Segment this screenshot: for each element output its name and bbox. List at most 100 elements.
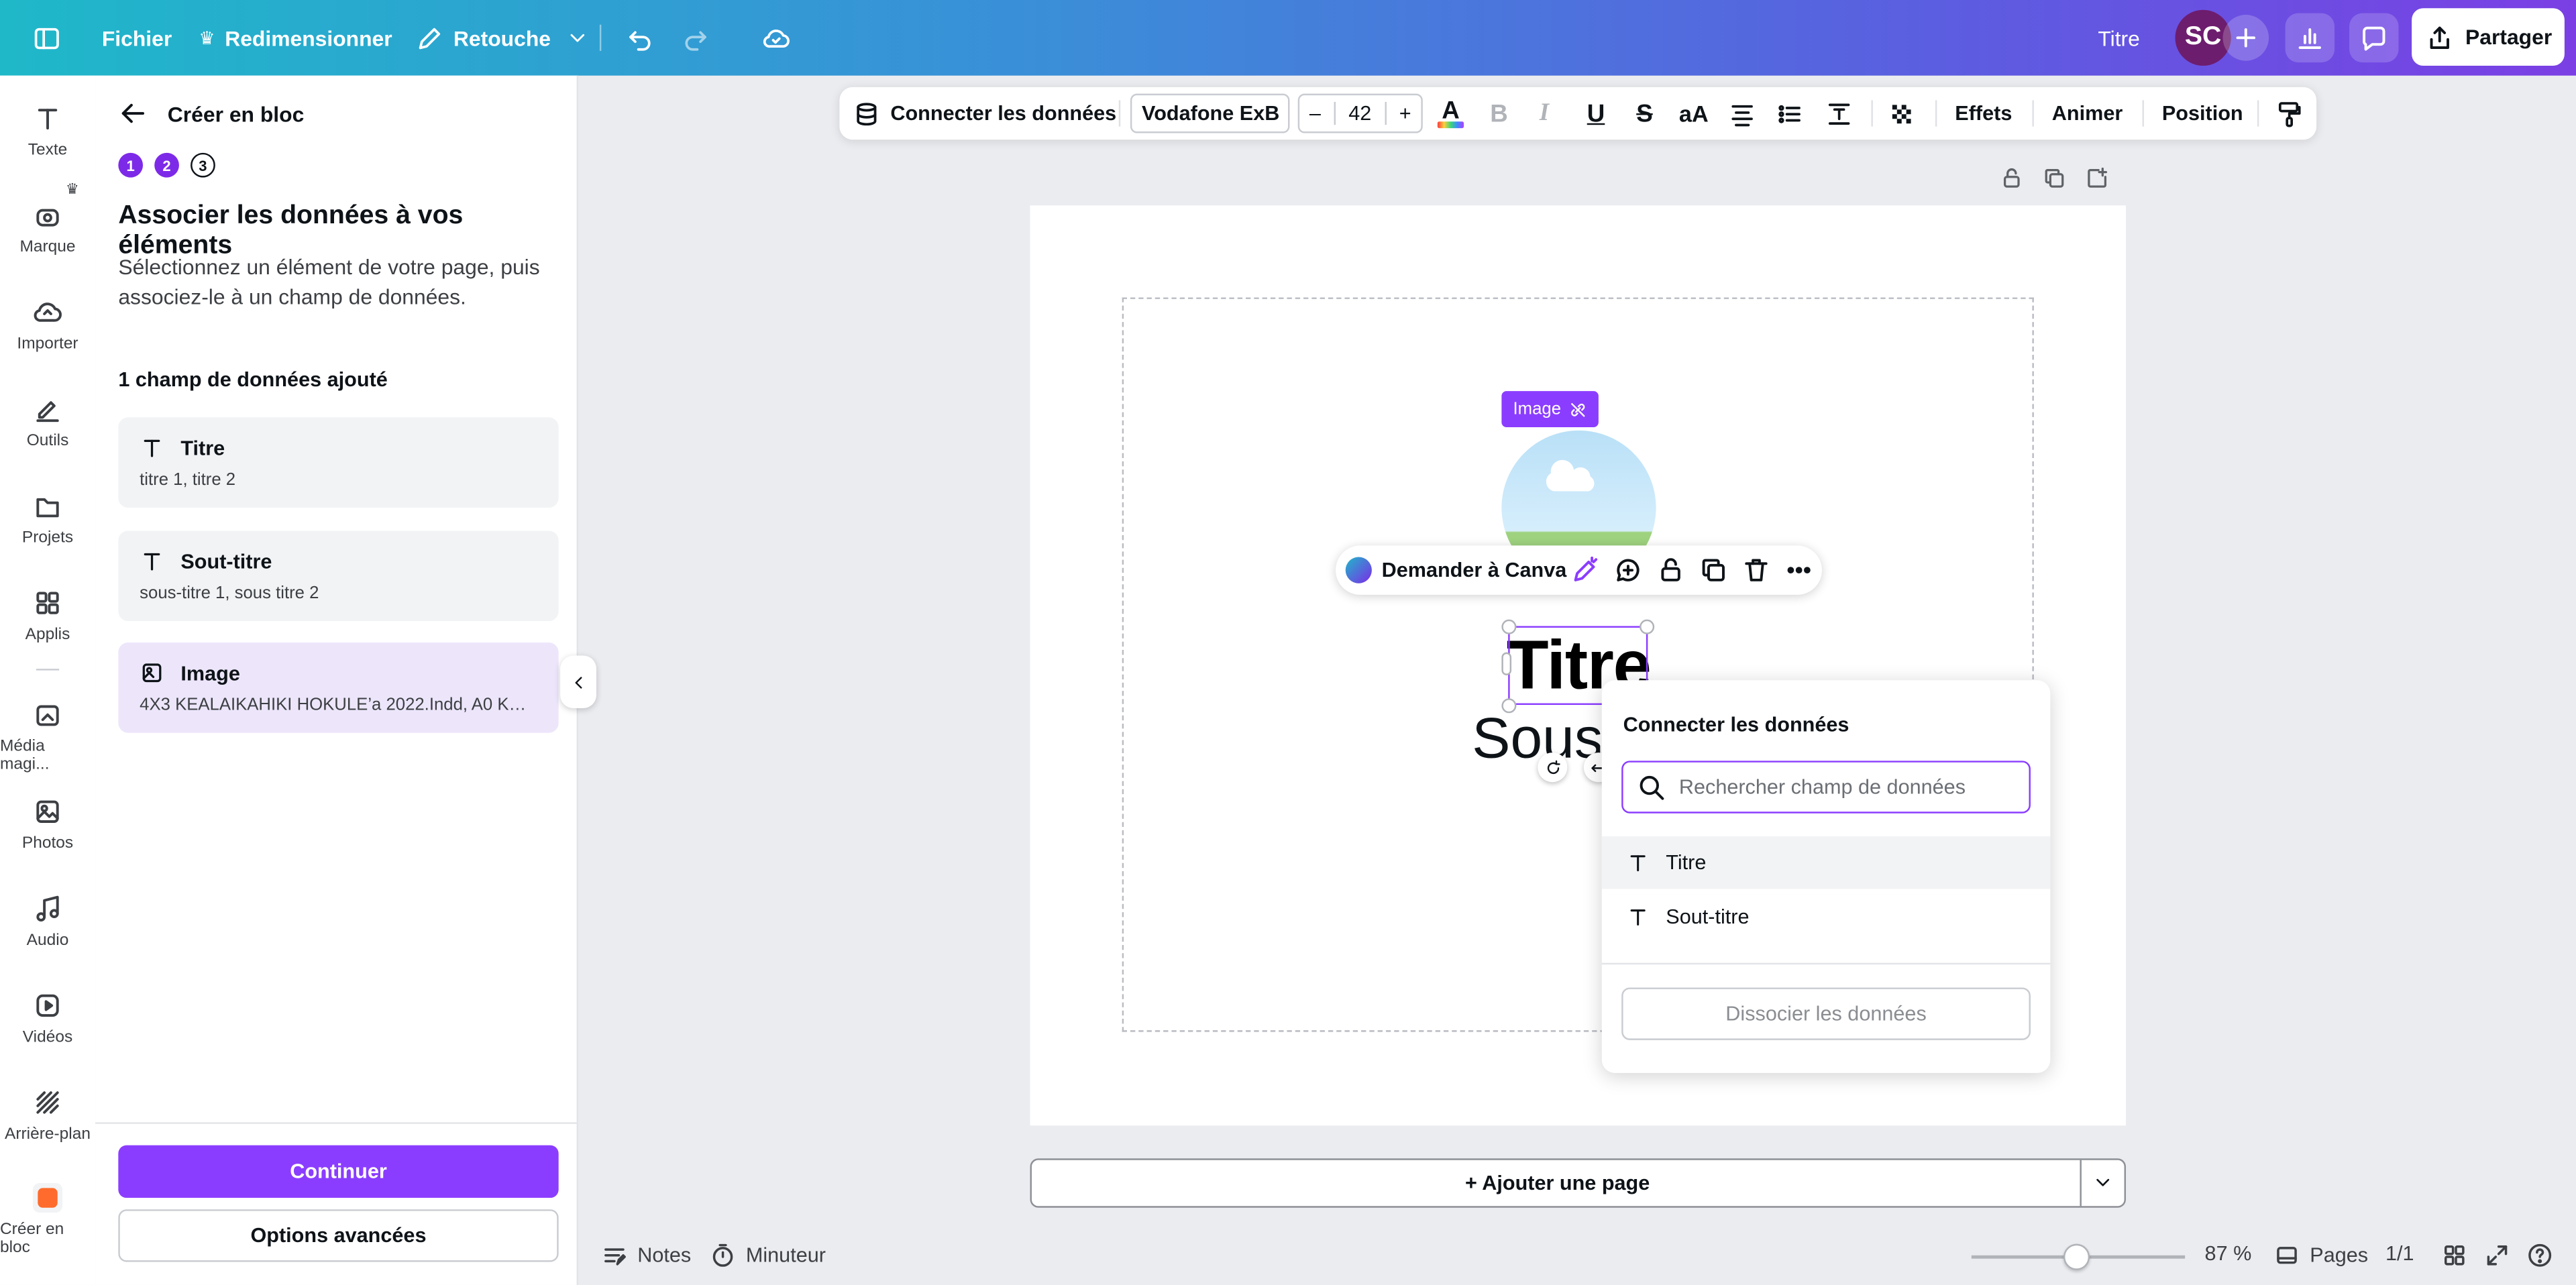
list-button[interactable] xyxy=(1776,87,1804,139)
font-size-value[interactable]: 42 xyxy=(1334,101,1387,125)
add-page-options-button[interactable] xyxy=(2080,1160,2124,1207)
help-button[interactable] xyxy=(2527,1242,2553,1268)
undo-button[interactable] xyxy=(626,0,654,76)
duplicate-element-button[interactable] xyxy=(1699,555,1728,585)
italic-button[interactable]: I xyxy=(1540,87,1549,139)
share-button[interactable]: Partager xyxy=(2412,8,2565,66)
rail-item-brand[interactable]: Marque ♛ xyxy=(0,181,95,257)
text-color-button[interactable]: A xyxy=(1437,87,1464,139)
rail-item-magic-media[interactable]: Média magi... xyxy=(0,700,95,774)
add-page-icon[interactable] xyxy=(2085,166,2110,190)
decrease-size-button[interactable]: – xyxy=(1309,102,1321,125)
animate-button[interactable]: Animer xyxy=(2052,87,2123,139)
add-collaborator-button[interactable] xyxy=(2222,15,2269,61)
position-button[interactable]: Position xyxy=(2162,87,2243,139)
duplicate-icon[interactable] xyxy=(2042,166,2067,190)
copy-style-button[interactable] xyxy=(2275,87,2304,139)
sidebar-toggle-button[interactable] xyxy=(33,0,61,76)
pages-button[interactable]: Pages xyxy=(2273,1242,2368,1268)
effects-button[interactable]: Effets xyxy=(1955,87,2012,139)
image-data-tag[interactable]: Image xyxy=(1501,391,1599,427)
divider xyxy=(95,1122,579,1124)
redo-button[interactable] xyxy=(682,0,710,76)
rail-item-apps[interactable]: Applis xyxy=(0,588,95,644)
align-button[interactable] xyxy=(1728,87,1756,139)
rail-item-tools[interactable]: Outils xyxy=(0,394,95,450)
font-size-stepper[interactable]: – 42 + xyxy=(1297,93,1423,133)
magic-edit-button[interactable] xyxy=(1570,555,1600,585)
rail-item-photos[interactable]: Photos xyxy=(0,797,95,853)
field-count: 1 champ de données ajouté xyxy=(118,368,388,392)
rotate-handle[interactable] xyxy=(1538,752,1568,783)
zoom-slider-knob[interactable] xyxy=(2063,1243,2090,1270)
zoom-value[interactable]: 87 % xyxy=(2205,1242,2252,1265)
apps-grid-icon xyxy=(36,592,59,614)
rail-item-audio[interactable]: Audio xyxy=(0,894,95,950)
rail-item-text[interactable]: Texte xyxy=(0,103,95,160)
grid-view-button[interactable] xyxy=(2441,1242,2467,1268)
timer-button[interactable]: Minuteur xyxy=(710,1242,826,1268)
data-field-option[interactable]: Sout-titre xyxy=(1602,891,2051,943)
back-button[interactable]: Créer en bloc xyxy=(118,99,304,128)
resize-handle[interactable] xyxy=(1640,619,1655,634)
bold-icon: B xyxy=(1490,99,1508,127)
rail-item-videos[interactable]: Vidéos xyxy=(0,991,95,1047)
file-menu-button[interactable]: Fichier xyxy=(102,0,172,76)
image-link-icon xyxy=(142,663,162,683)
rail-item-bulk-create[interactable]: Créer en bloc xyxy=(0,1183,95,1257)
search-input[interactable] xyxy=(1678,775,2008,799)
resize-handle[interactable] xyxy=(1501,619,1517,634)
ask-canva-button[interactable]: Demander à Canva xyxy=(1345,557,1566,583)
fullscreen-button[interactable] xyxy=(2484,1242,2510,1268)
strikethrough-icon: S xyxy=(1636,99,1653,127)
delete-element-button[interactable] xyxy=(1741,555,1771,585)
spacing-button[interactable] xyxy=(1825,87,1854,139)
edit-mode-button[interactable]: Retouche xyxy=(416,0,589,76)
letter-case-button[interactable]: aA xyxy=(1679,87,1709,139)
rail-item-upload[interactable]: Importer xyxy=(0,297,95,353)
zoom-slider[interactable] xyxy=(1971,1243,2186,1270)
page-count: 1/1 xyxy=(2385,1242,2414,1266)
upload-cloud-icon xyxy=(34,302,62,322)
text-icon xyxy=(144,439,160,457)
bullet-list-icon xyxy=(1778,104,1801,123)
underline-button[interactable]: U xyxy=(1587,87,1605,139)
photo-icon xyxy=(36,800,59,823)
data-field-card[interactable]: Image 4X3 KEALAIKAHIKI HOKULE’a 2022.Ind… xyxy=(118,642,559,733)
document-title[interactable]: Titre xyxy=(2098,0,2140,76)
data-field-card[interactable]: Sout-titre sous-titre 1, sous titre 2 xyxy=(118,530,559,622)
subtitle-text-element[interactable]: Sous-titre xyxy=(1472,707,1600,773)
rail-item-background[interactable]: Arrière-plan xyxy=(0,1088,95,1143)
transparency-button[interactable] xyxy=(1888,87,1916,139)
insights-button[interactable] xyxy=(2285,13,2335,63)
add-comment-button[interactable] xyxy=(1613,555,1643,585)
font-family-select[interactable]: Vodafone ExB xyxy=(1130,93,1290,133)
dissociate-data-button[interactable]: Dissocier les données xyxy=(1621,987,2031,1040)
rail-item-projects[interactable]: Projets xyxy=(0,492,95,547)
collapse-panel-button[interactable] xyxy=(560,655,596,708)
more-options-button[interactable] xyxy=(1784,555,1814,585)
data-field-card[interactable]: Titre titre 1, titre 2 xyxy=(118,417,559,508)
continue-button[interactable]: Continuer xyxy=(118,1145,559,1198)
advanced-options-button[interactable]: Options avancées xyxy=(118,1209,559,1262)
add-page-button[interactable]: + Ajouter une page xyxy=(1032,1160,2083,1207)
divider xyxy=(2142,100,2144,127)
bold-button[interactable]: B xyxy=(1490,87,1508,139)
lock-icon[interactable] xyxy=(1999,166,2024,190)
increase-size-button[interactable]: + xyxy=(1399,102,1411,125)
data-field-option[interactable]: Titre xyxy=(1601,836,2051,889)
strikethrough-button[interactable]: S xyxy=(1636,87,1653,139)
search-field[interactable] xyxy=(1621,761,2031,814)
text-icon xyxy=(144,553,160,571)
save-status-button[interactable] xyxy=(762,0,790,76)
resize-button[interactable]: ♛ Redimensionner xyxy=(199,0,392,76)
divider xyxy=(1871,100,1873,127)
lock-element-button[interactable] xyxy=(1656,555,1686,585)
connect-data-button[interactable]: Connecter les données xyxy=(853,87,1116,139)
divider xyxy=(2257,100,2259,127)
comments-button[interactable] xyxy=(2349,13,2399,63)
side-handle[interactable] xyxy=(1501,652,1512,675)
bulk-create-panel: Créer en bloc 1 2 3 Associer les données… xyxy=(95,75,579,1285)
notes-button[interactable]: Notes xyxy=(601,1242,691,1268)
text-icon xyxy=(1630,909,1646,926)
